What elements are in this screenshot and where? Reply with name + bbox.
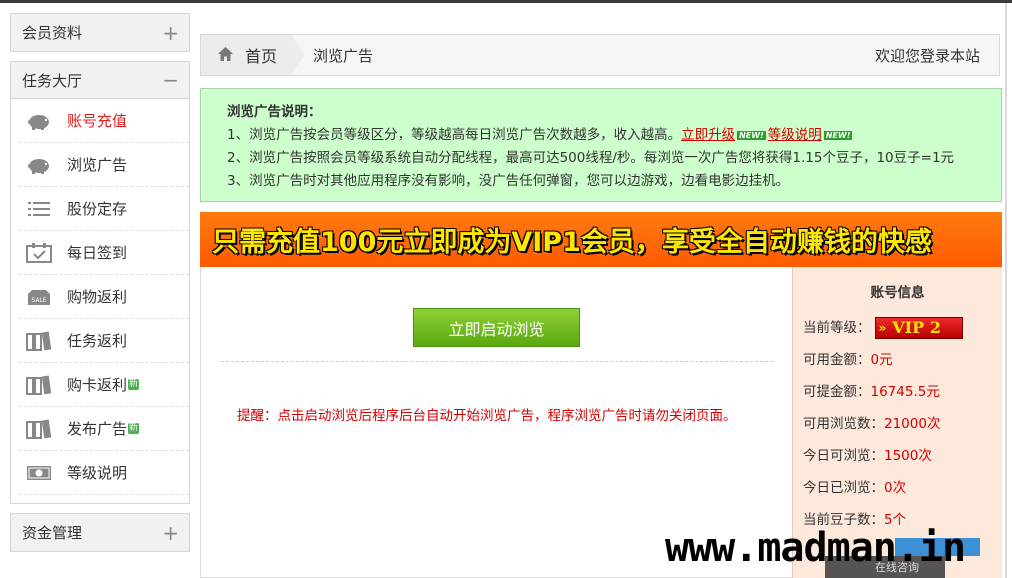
task-panel-header[interactable]: 任务大厅 − [11,62,189,99]
watermark: www.madman.in [665,525,966,571]
available-value: 0元 [870,352,893,368]
sidebar-item-level-info[interactable]: 等级说明 [19,451,189,495]
vip-level-text: VIP 2 [892,318,941,337]
funds-panel-title: 资金管理 [22,524,83,542]
new-badge: NEW! [737,130,766,140]
daily-label: 今日可浏览： [803,448,884,464]
member-panel: 会员资料 + [10,13,190,52]
vip-level-badge: » VIP 2 [874,317,963,339]
expand-icon[interactable]: + [162,523,179,543]
sidebar-item-label: 股份定存 [67,200,128,218]
withdrawable-label: 可提金额： [803,384,871,400]
browsed-value: 0次 [884,480,907,496]
divider [221,361,773,362]
sidebar-item-label: 购卡返利 [67,376,128,394]
sidebar-item-label: 每日签到 [67,244,128,262]
notice-line-3: 3、浏览广告时对其他应用程序没有影响，没广告任何弹窗，您可以边游戏，边看电影边挂… [227,173,790,189]
piggy-bank-icon [25,111,53,131]
available-views-row: 可用浏览数： 21000次 [803,408,1002,440]
sale-tag-icon: SALE [25,287,53,307]
books-icon [25,375,53,395]
sidebar: 会员资料 + 任务大厅 − 账号充值 浏览广告 股份定存 每日签到 SALE 购… [10,13,190,561]
notice-box: 浏览广告说明： 1、浏览广告按会员等级区分，等级越高每日浏览广告次数越多，收入越… [200,88,1002,202]
member-panel-header[interactable]: 会员资料 + [11,14,189,51]
calendar-check-icon [25,242,53,263]
new-badge: 新 [128,423,140,434]
banner-text: 只需充值100元立即成为VIP1会员，享受全自动赚钱的快感 [212,227,932,258]
sidebar-item-checkin[interactable]: 每日签到 [19,231,189,275]
task-panel-title: 任务大厅 [22,71,83,90]
sidebar-item-task-rebate[interactable]: 任务返利 [19,319,189,363]
views-value: 21000次 [884,416,941,432]
sidebar-item-label: 购物返利 [67,288,128,306]
funds-panel: 资金管理 + [10,513,190,552]
double-chevron-icon: » [878,321,887,335]
sidebar-item-recharge[interactable]: 账号充值 [19,99,189,143]
vip-promo-banner[interactable]: 只需充值100元立即成为VIP1会员，享受全自动赚钱的快感 [200,212,1002,267]
sidebar-item-publish-ads[interactable]: 发布广告 新 [19,407,189,451]
sidebar-item-shopping-rebate[interactable]: SALE 购物返利 [19,275,189,319]
expand-icon[interactable]: + [162,23,179,43]
books-icon [25,419,53,439]
notice-line-1-text: 1、浏览广告按会员等级区分，等级越高每日浏览广告次数越多，收入越高。 [227,127,682,143]
sidebar-item-label: 浏览广告 [67,156,128,174]
browsed-today-row: 今日已浏览： 0次 [803,472,1002,504]
views-label: 可用浏览数： [803,416,884,432]
piggy-bank-icon [25,155,53,175]
available-label: 可用金额： [803,352,871,368]
task-menu: 账号充值 浏览广告 股份定存 每日签到 SALE 购物返利 任务返利 购卡返利 … [11,99,189,503]
list-icon [25,199,53,219]
breadcrumb-current: 浏览广告 [313,46,374,65]
reminder-text: 提醒：点击启动浏览后程序后台自动开始浏览广告，程序浏览广告时请勿关闭页面。 [237,408,737,424]
available-balance-row: 可用金额： 0元 [803,344,1002,376]
daily-value: 1500次 [884,448,932,464]
withdrawable-value: 16745.5元 [870,384,940,400]
browsed-label: 今日已浏览： [803,480,884,496]
notice-line-2: 2、浏览广告按照会员等级系统自动分配线程，最高可达500线程/秒。每浏览一次广告… [227,150,955,166]
breadcrumb-home[interactable]: 首页 [201,35,305,75]
upgrade-link[interactable]: 立即升级 [681,127,735,143]
new-badge: 新 [128,379,140,390]
window-top-bar [0,0,1012,3]
daily-views-row: 今日可浏览： 1500次 [803,440,1002,472]
sidebar-item-label: 任务返利 [67,332,128,350]
breadcrumb: 首页 浏览广告 欢迎您登录本站 [200,34,1000,76]
sidebar-item-browse-ads[interactable]: 浏览广告 [19,143,189,187]
level-info-link[interactable]: 等级说明 [768,127,822,143]
sidebar-item-label: 账号充值 [67,112,128,130]
notice-line-1: 1、浏览广告按会员等级区分，等级越高每日浏览广告次数越多，收入越高。立即升级 NE… [227,124,1001,147]
account-info-title: 账号信息 [870,285,925,301]
member-panel-title: 会员资料 [22,24,83,42]
sidebar-item-label: 发布广告 [67,420,128,438]
money-bill-icon [25,463,53,483]
sidebar-item-deposit[interactable]: 股份定存 [19,187,189,231]
collapse-icon[interactable]: − [162,70,179,90]
sidebar-item-card-rebate[interactable]: 购卡返利 新 [19,363,189,407]
welcome-text: 欢迎您登录本站 [874,46,980,65]
level-label: 当前等级： [803,320,871,336]
task-panel: 任务大厅 − 账号充值 浏览广告 股份定存 每日签到 SALE 购物返利 任务返… [10,61,190,504]
start-browsing-button[interactable]: 立即启动浏览 [413,308,580,347]
withdrawable-row: 可提金额： 16745.5元 [803,376,1002,408]
svg-text:SALE: SALE [31,297,46,304]
level-row: 当前等级： » VIP 2 [803,312,1002,344]
home-icon [218,46,233,65]
new-badge: NEW! [823,130,853,140]
notice-title: 浏览广告说明： [227,104,322,120]
books-icon [25,331,53,351]
sidebar-item-label: 等级说明 [67,464,128,482]
funds-panel-header[interactable]: 资金管理 + [11,514,189,551]
breadcrumb-home-label: 首页 [245,47,278,66]
scrollbar-edge[interactable] [1005,3,1007,578]
